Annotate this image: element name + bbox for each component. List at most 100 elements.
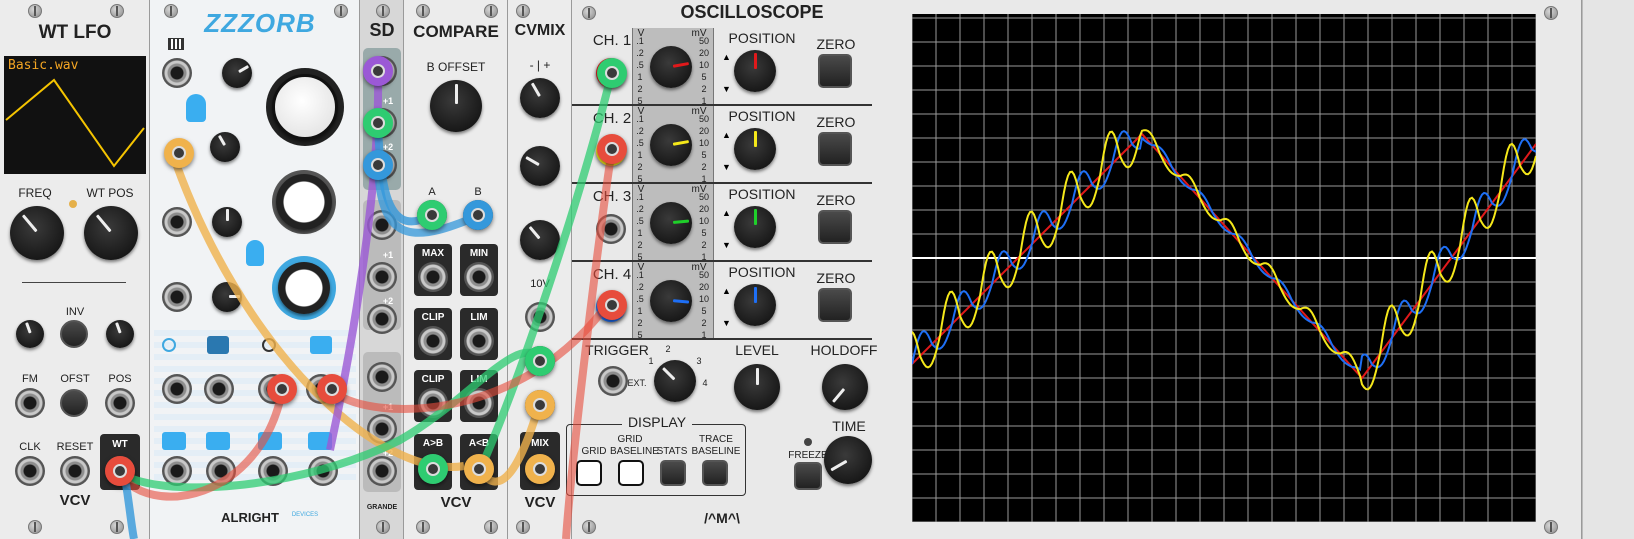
cvmix-knob-1[interactable] [520, 78, 560, 118]
cvmix-knob-3[interactable] [520, 220, 560, 260]
clip-output-jack-2[interactable] [418, 388, 448, 418]
cable-plug[interactable] [317, 374, 347, 404]
cable-plug[interactable] [363, 150, 393, 180]
level-input-jack[interactable] [162, 282, 192, 312]
10v-label: 10V [530, 278, 550, 290]
notch-output-jack[interactable] [258, 456, 288, 486]
cable-plug[interactable] [525, 390, 555, 420]
cable-plug[interactable] [105, 456, 135, 486]
scale-left-label: 2 [637, 84, 643, 94]
cable-plug[interactable] [463, 200, 493, 230]
wtpos-label: WT POS [86, 186, 134, 200]
level-attenuverter-knob[interactable] [212, 282, 242, 312]
module-title: OSCILLOSCOPE [680, 2, 824, 22]
sd-jack-4[interactable] [367, 210, 397, 240]
trigger-level-knob[interactable] [734, 364, 780, 410]
second-knob[interactable] [276, 174, 332, 230]
trigger-source-knob[interactable] [654, 360, 696, 402]
clk-input-jack[interactable] [15, 456, 45, 486]
scale-knob[interactable] [650, 202, 692, 244]
cable-plug[interactable] [597, 290, 627, 320]
lowpass-button[interactable] [162, 432, 186, 450]
notch-button[interactable] [258, 432, 282, 450]
trace-baseline-label: TRACE BASELINE [691, 434, 741, 457]
scale-knob[interactable] [650, 124, 692, 166]
cable-plug[interactable] [417, 200, 447, 230]
cvmix-input-1[interactable] [525, 302, 555, 332]
cable-plug[interactable] [525, 454, 555, 484]
holdoff-label: HOLDOFF [810, 342, 878, 358]
position-knob[interactable] [734, 50, 776, 92]
zero-button[interactable] [818, 288, 852, 322]
stats-toggle-button[interactable] [660, 460, 686, 486]
fm-input-jack[interactable] [15, 388, 45, 418]
b-offset-knob[interactable] [430, 80, 482, 132]
holdoff-knob[interactable] [822, 364, 868, 410]
gate-input-jack[interactable] [162, 374, 192, 404]
cable-plug[interactable] [418, 454, 448, 484]
hp-output-jack[interactable] [308, 456, 338, 486]
cable-plug[interactable] [597, 58, 627, 88]
bp-output-jack[interactable] [206, 456, 236, 486]
attenuator-knob[interactable] [222, 58, 252, 88]
channel-input-jack[interactable] [596, 214, 626, 244]
pos-attenuator-knob[interactable] [106, 320, 134, 348]
sd-jack-8[interactable] [367, 414, 397, 444]
position-knob[interactable] [734, 206, 776, 248]
cable-plug[interactable] [363, 108, 393, 138]
sd-jack-6[interactable] [367, 304, 397, 334]
cable-plug[interactable] [525, 346, 555, 376]
zero-button[interactable] [818, 210, 852, 244]
freeze-button[interactable] [794, 462, 822, 490]
zero-button[interactable] [818, 132, 852, 166]
inv-button[interactable] [60, 320, 88, 348]
wt-label: WT [112, 439, 128, 450]
cvmix-knob-2[interactable] [520, 146, 560, 186]
max-output-jack[interactable] [418, 262, 448, 292]
reset-input-jack[interactable] [60, 456, 90, 486]
lp-output-jack[interactable] [162, 456, 192, 486]
highpass-button[interactable] [308, 432, 332, 450]
trig-input-jack[interactable] [204, 374, 234, 404]
pos-input-jack[interactable] [105, 388, 135, 418]
cable-plug[interactable] [363, 56, 393, 86]
fm-attenuator-knob[interactable] [16, 320, 44, 348]
cable-plug[interactable] [597, 134, 627, 164]
zero-label: ZERO [816, 114, 856, 130]
time-knob[interactable] [824, 436, 872, 484]
position-knob[interactable] [734, 128, 776, 170]
ofst-button[interactable] [60, 389, 88, 417]
up-arrow-icon: ▲ [722, 130, 731, 140]
scale-knob[interactable] [650, 46, 692, 88]
bandpass-button[interactable] [206, 432, 230, 450]
sd-jack-7[interactable] [367, 362, 397, 392]
cable-plug[interactable] [464, 454, 494, 484]
grid-baseline-toggle-button[interactable] [618, 460, 644, 486]
attenuverter-knob[interactable] [210, 132, 240, 162]
mode-button[interactable] [207, 336, 229, 354]
cv-attenuverter-knob[interactable] [212, 207, 242, 237]
cable-plug[interactable] [164, 138, 194, 168]
clip-output-jack-1[interactable] [418, 326, 448, 356]
cv-input-jack[interactable] [162, 207, 192, 237]
cable-plug[interactable] [267, 374, 297, 404]
wtpos-knob[interactable] [84, 206, 138, 260]
position-knob[interactable] [734, 284, 776, 326]
grid-toggle-button[interactable] [576, 460, 602, 486]
sd-jack-9[interactable] [367, 456, 397, 486]
scale-knob[interactable] [650, 280, 692, 322]
zero-button[interactable] [818, 54, 852, 88]
freq-knob[interactable] [10, 206, 64, 260]
filter-type-button[interactable] [310, 336, 332, 354]
trace-baseline-toggle-button[interactable] [702, 460, 728, 486]
main-knob[interactable] [272, 74, 338, 140]
pitch-input-jack[interactable] [162, 58, 192, 88]
scale-left-label: 2 [637, 162, 643, 172]
lim-output-jack-1[interactable] [464, 326, 494, 356]
third-knob[interactable] [278, 262, 330, 314]
sd-jack-5[interactable] [367, 262, 397, 292]
lim-output-jack-2[interactable] [464, 388, 494, 418]
min-output-jack[interactable] [464, 262, 494, 292]
scope-screen[interactable] [911, 14, 1537, 523]
scope-traces [911, 14, 1537, 523]
